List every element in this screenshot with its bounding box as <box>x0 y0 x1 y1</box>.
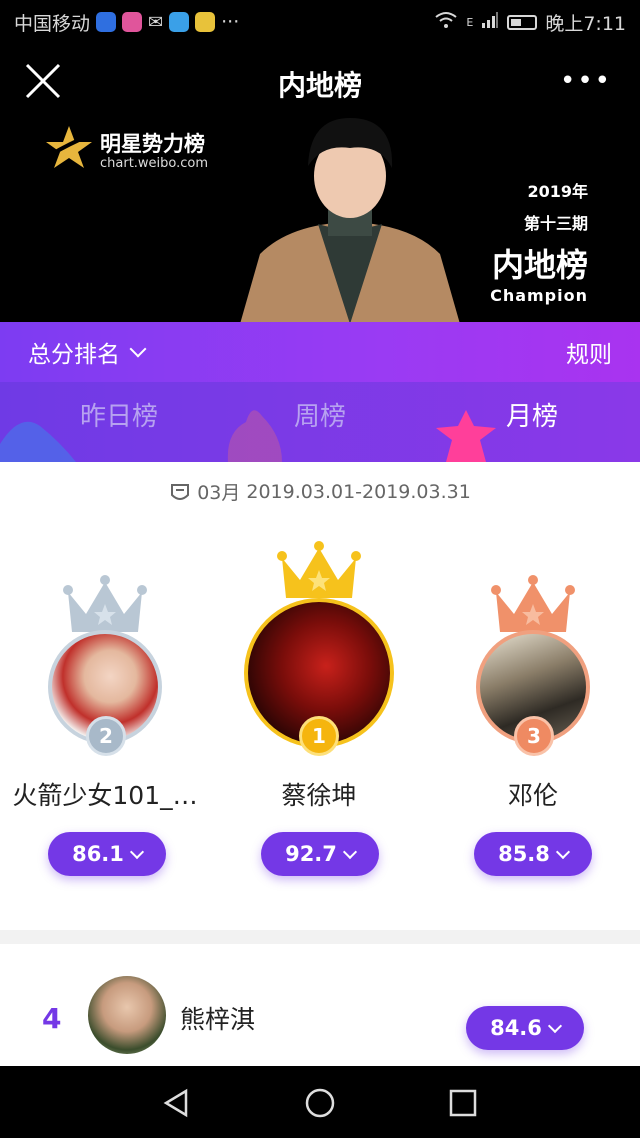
calendar-icon <box>171 483 190 500</box>
score-value: 84.6 <box>490 1016 542 1040</box>
issue-board: 内地榜 <box>491 246 588 284</box>
page-title: 内地榜 <box>277 69 362 102</box>
score-button[interactable]: 92.7 <box>261 832 379 876</box>
wifi-icon <box>434 11 458 34</box>
score-button[interactable]: 85.8 <box>474 832 592 876</box>
ranking-bar: 总分排名 规则 <box>0 322 640 382</box>
tab-month[interactable]: 月榜 <box>506 396 558 433</box>
bronze-crown-icon <box>491 575 575 632</box>
issue-info: 2019年 第十三期 内地榜 Champion <box>490 178 588 305</box>
issue-number: 第十三期 <box>523 214 588 233</box>
network-type-label: E <box>466 15 474 29</box>
artist-name: 熊梓淇 <box>180 1005 256 1034</box>
artist-name: 邓伦 <box>507 781 558 810</box>
wechat-icon: ✉ <box>148 11 164 33</box>
recent-apps-icon[interactable] <box>448 1088 478 1118</box>
system-nav-bar <box>0 1066 640 1138</box>
period-range: 03月 2019.03.01-2019.03.31 <box>0 478 640 505</box>
issue-champion: Champion <box>490 286 588 305</box>
score-button[interactable]: 86.1 <box>48 832 166 876</box>
clock-label: 晚上7:11 <box>545 12 626 35</box>
rank-badge: 2 <box>86 716 126 756</box>
carrier-label: 中国移动 <box>14 12 91 35</box>
rank-badge: 3 <box>514 716 554 756</box>
silver-crown-icon <box>63 575 147 632</box>
podium-rank-1[interactable]: 1 蔡徐坤 92.7 <box>214 540 424 900</box>
photo-app-icon <box>169 12 190 32</box>
issue-year: 2019年 <box>527 182 588 201</box>
score-value: 85.8 <box>498 842 550 866</box>
period-dates: 2019.03.01-2019.03.31 <box>246 480 471 503</box>
list-item[interactable]: 4 熊梓淇 84.6 <box>0 944 640 1066</box>
weibo-chart-logo-icon <box>46 126 92 168</box>
chevron-down-icon <box>555 844 570 859</box>
chevron-down-icon <box>547 1018 562 1033</box>
tab-yesterday[interactable]: 昨日榜 <box>80 396 158 433</box>
logo-url: chart.weibo.com <box>100 156 209 171</box>
period-month: 03月 <box>197 482 241 504</box>
score-value: 92.7 <box>285 842 337 866</box>
champion-banner: 内地榜 ••• 明星势力榜 chart.weibo.com 2019年 第十三期… <box>0 44 640 322</box>
sort-dropdown[interactable]: 总分排名 <box>28 335 147 369</box>
podium-rank-2[interactable]: 2 火箭少女101_… 86.1 <box>0 570 210 900</box>
chat-app-icon <box>195 12 216 32</box>
chevron-down-icon <box>342 844 357 859</box>
battery-icon <box>507 14 538 30</box>
champion-photo <box>240 118 460 322</box>
avatar <box>88 976 166 1054</box>
tab-week[interactable]: 周榜 <box>294 396 346 433</box>
sort-label: 总分排名 <box>28 342 120 368</box>
podium-rank-3[interactable]: 3 邓伦 85.8 <box>428 570 638 900</box>
score-button[interactable]: 84.6 <box>466 1006 584 1050</box>
browser-app-icon <box>122 12 143 32</box>
period-tabs: 昨日榜 周榜 月榜 <box>0 382 640 462</box>
logo-title: 明星势力榜 <box>100 132 205 156</box>
shield-app-icon <box>96 12 117 32</box>
chevron-down-icon <box>129 340 147 358</box>
rank-badge: 1 <box>299 716 339 756</box>
gold-crown-icon <box>277 541 361 598</box>
chevron-down-icon <box>129 844 144 859</box>
artist-name: 火箭少女101_… <box>12 781 198 810</box>
more-options-button[interactable]: ••• <box>560 68 612 94</box>
home-icon[interactable] <box>304 1087 336 1119</box>
back-icon[interactable] <box>162 1088 192 1118</box>
signal-icon <box>481 11 499 34</box>
rules-link[interactable]: 规则 <box>566 335 612 369</box>
rank-number: 4 <box>42 1002 62 1035</box>
more-notifications-icon: ··· <box>221 11 240 33</box>
status-bar: 中国移动 ✉ ··· E 晚上7:11 <box>0 0 640 44</box>
artist-name: 蔡徐坤 <box>281 781 357 810</box>
section-divider <box>0 930 640 944</box>
score-value: 86.1 <box>72 842 124 866</box>
